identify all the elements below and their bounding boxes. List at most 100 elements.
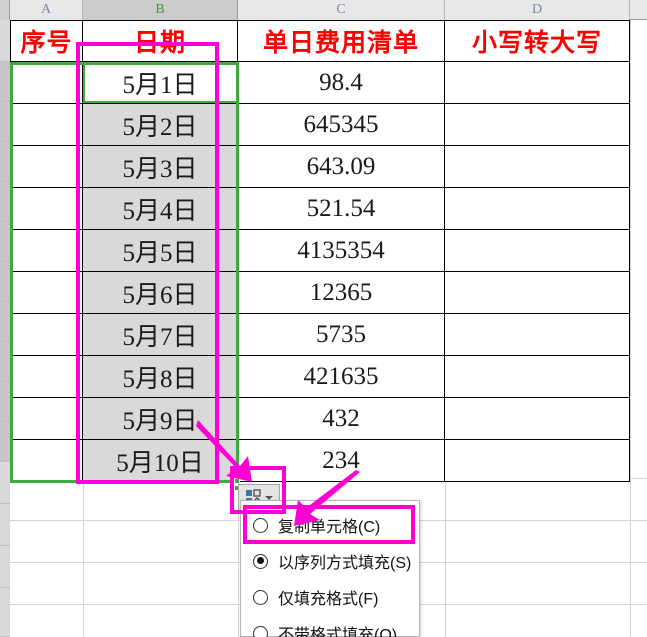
- table-cell-seq[interactable]: [10, 440, 83, 482]
- header-label: 小写转大写: [471, 30, 602, 57]
- table-cell-amount[interactable]: 643.09: [238, 146, 445, 188]
- table-cell-seq[interactable]: [10, 398, 83, 440]
- table-cell-seq[interactable]: [10, 188, 83, 230]
- row-header[interactable]: [0, 504, 10, 546]
- table-cell-date[interactable]: 5月1日: [83, 62, 238, 104]
- cell-value: 5735: [316, 320, 366, 348]
- menu-item[interactable]: 复制单元格(C): [241, 507, 419, 543]
- cell-value: 12365: [309, 278, 373, 306]
- table-cell-seq[interactable]: [10, 314, 83, 356]
- table-cell-amount[interactable]: 432: [238, 398, 445, 440]
- table-cell-seq[interactable]: [10, 146, 83, 188]
- table-cell-seq[interactable]: [10, 272, 83, 314]
- row-header[interactable]: [0, 62, 10, 102]
- table-cell-upper[interactable]: [445, 104, 630, 146]
- table-cell-upper[interactable]: [445, 272, 630, 314]
- table-cell-seq[interactable]: [10, 230, 83, 272]
- row-header[interactable]: [0, 20, 10, 62]
- cell-value: 234: [322, 446, 360, 474]
- cell-value: 5月10日: [116, 449, 204, 477]
- table-cell-date[interactable]: 5月5日: [83, 230, 238, 272]
- table-cell-amount[interactable]: 234: [238, 440, 445, 482]
- table-cell-amount[interactable]: 521.54: [238, 188, 445, 230]
- table-cell-date[interactable]: 5月8日: [83, 356, 238, 398]
- column-header-c[interactable]: C: [238, 0, 445, 20]
- row-header[interactable]: [0, 588, 10, 637]
- cell-value: 645345: [303, 110, 379, 138]
- row-header[interactable]: [0, 342, 10, 382]
- table-cell-amount[interactable]: 12365: [238, 272, 445, 314]
- table-cell-date[interactable]: 5月4日: [83, 188, 238, 230]
- menu-item[interactable]: 仅填充格式(F): [241, 579, 419, 615]
- table-cell-upper[interactable]: [445, 440, 630, 482]
- header-label: 序号: [20, 30, 73, 57]
- cell-value: 521.54: [306, 194, 376, 222]
- table-cell-seq[interactable]: [10, 104, 83, 146]
- spreadsheet-window: A B C D 序号 日期 单日费用清单 小写转大写 5月1日 98.4 5月2日 6…: [0, 0, 647, 637]
- column-header-b[interactable]: B: [83, 0, 238, 20]
- table-header-cell-upper[interactable]: 小写转大写: [445, 20, 630, 62]
- radio-unchecked-icon[interactable]: [253, 625, 268, 637]
- header-label: 日期: [133, 30, 186, 57]
- row-header-strip: [0, 20, 10, 637]
- cell-value: 432: [322, 404, 360, 432]
- row-header[interactable]: [0, 142, 10, 182]
- table-cell-amount[interactable]: 4135354: [238, 230, 445, 272]
- table-cell-date[interactable]: 5月3日: [83, 146, 238, 188]
- row-header[interactable]: [0, 222, 10, 262]
- table-cell-amount[interactable]: 5735: [238, 314, 445, 356]
- table-cell-upper[interactable]: [445, 314, 630, 356]
- table-cell-date[interactable]: 5月6日: [83, 272, 238, 314]
- row-header[interactable]: [0, 546, 10, 588]
- menu-item[interactable]: 以序列方式填充(S): [241, 543, 419, 579]
- table-cell-upper[interactable]: [445, 188, 630, 230]
- table-cell-date[interactable]: 5月7日: [83, 314, 238, 356]
- menu-item-label: 仅填充格式(F): [278, 591, 379, 608]
- table-cell-amount[interactable]: 98.4: [238, 62, 445, 104]
- table-cell-upper[interactable]: [445, 146, 630, 188]
- select-all-corner[interactable]: [0, 0, 10, 20]
- table-cell-date[interactable]: 5月2日: [83, 104, 238, 146]
- autofill-options-menu: 复制单元格(C) 以序列方式填充(S) 仅填充格式(F) 不带格式填充(O): [240, 500, 420, 637]
- cell-value: 5月6日: [122, 281, 198, 309]
- table-cell-date[interactable]: 5月9日: [83, 398, 238, 440]
- cell-value: 5月9日: [122, 407, 198, 435]
- row-header[interactable]: [0, 462, 10, 504]
- table-cell-seq[interactable]: [10, 356, 83, 398]
- row-header[interactable]: [0, 302, 10, 342]
- cell-value: 5月1日: [122, 71, 198, 99]
- cell-value: 5月7日: [122, 323, 198, 351]
- row-header[interactable]: [0, 262, 10, 302]
- table-cell-upper[interactable]: [445, 62, 630, 104]
- cell-value: 5月8日: [122, 365, 198, 393]
- table-header-cell-date[interactable]: 日期: [83, 20, 238, 62]
- header-label: 单日费用清单: [262, 30, 419, 57]
- menu-item[interactable]: 不带格式填充(O): [241, 615, 419, 637]
- cell-value: 5月5日: [122, 239, 198, 267]
- row-header[interactable]: [0, 102, 10, 142]
- table-cell-upper[interactable]: [445, 356, 630, 398]
- cell-value: 5月3日: [122, 155, 198, 183]
- row-header[interactable]: [0, 182, 10, 222]
- menu-item-label: 以序列方式填充(S): [278, 555, 412, 572]
- radio-unchecked-icon[interactable]: [253, 589, 268, 605]
- menu-item-label: 复制单元格(C): [278, 519, 381, 536]
- table-header-cell-seq[interactable]: 序号: [10, 20, 83, 62]
- column-header-a[interactable]: A: [10, 0, 83, 20]
- table-header-cell-amount[interactable]: 单日费用清单: [238, 20, 445, 62]
- cell-value: 4135354: [297, 236, 385, 264]
- row-header[interactable]: [0, 382, 10, 422]
- table-cell-upper[interactable]: [445, 230, 630, 272]
- radio-checked-icon[interactable]: [253, 553, 268, 569]
- table-cell-amount[interactable]: 421635: [238, 356, 445, 398]
- cell-value: 5月4日: [122, 197, 198, 225]
- column-header-d[interactable]: D: [445, 0, 630, 20]
- column-header-strip: A B C D: [0, 0, 647, 20]
- table-cell-upper[interactable]: [445, 398, 630, 440]
- row-header[interactable]: [0, 422, 10, 462]
- radio-unchecked-icon[interactable]: [253, 517, 268, 533]
- table-cell-seq[interactable]: [10, 62, 83, 104]
- table-cell-date[interactable]: 5月10日: [83, 440, 238, 482]
- table-cell-amount[interactable]: 645345: [238, 104, 445, 146]
- menu-list: 复制单元格(C) 以序列方式填充(S) 仅填充格式(F) 不带格式填充(O): [241, 507, 419, 637]
